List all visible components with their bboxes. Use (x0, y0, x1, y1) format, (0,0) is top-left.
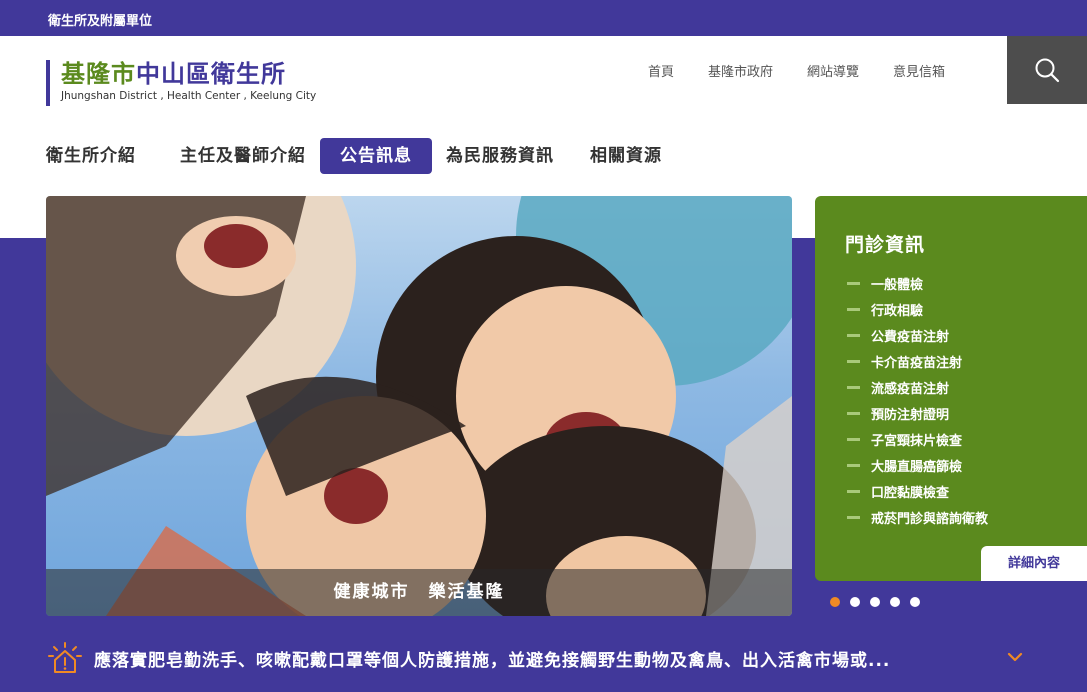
clinic-list: 一般體檢 行政相驗 公費疫苗注射 卡介苗疫苗注射 流感疫苗注射 預防注射證明 子… (847, 270, 988, 530)
clinic-item-public-vaccine[interactable]: 公費疫苗注射 (847, 322, 988, 348)
clinic-item-label: 行政相驗 (871, 303, 924, 319)
clinic-item-label: 大腸直腸癌篩檢 (871, 459, 963, 475)
clinic-item-flu-vaccine[interactable]: 流感疫苗注射 (847, 374, 988, 400)
main-nav: 衛生所介紹 主任及醫師介紹 公告訊息 為民服務資訊 相關資源 (46, 138, 672, 174)
nav-resources[interactable]: 相關資源 (580, 138, 672, 174)
clinic-item-oral-exam[interactable]: 口腔黏膜檢查 (847, 478, 988, 504)
util-nav-home[interactable]: 首頁 (648, 61, 674, 80)
clinic-item-label: 一般體檢 (871, 277, 924, 293)
clinic-item-label: 口腔黏膜檢查 (871, 485, 950, 501)
search-icon (1035, 58, 1060, 83)
logo-title-district: 中山區衛生所 (136, 60, 286, 88)
clinic-item-label: 流感疫苗注射 (871, 381, 950, 397)
hero-banner[interactable]: 健康城市 樂活基隆 (46, 196, 792, 616)
clinic-item-general-checkup[interactable]: 一般體檢 (847, 270, 988, 296)
dash-icon (847, 437, 860, 441)
site-logo[interactable]: 基隆市中山區衛生所 Jhungshan District , Health Ce… (46, 60, 316, 106)
util-nav-city-gov[interactable]: 基隆市政府 (708, 61, 773, 80)
dash-icon (847, 333, 860, 337)
dash-icon (847, 359, 860, 363)
nav-services[interactable]: 為民服務資訊 (436, 138, 564, 174)
dash-icon (847, 281, 860, 285)
chevron-down-icon[interactable] (1006, 648, 1024, 666)
carousel-dot-5[interactable] (910, 597, 920, 607)
affiliated-units-link[interactable]: 衛生所及附屬單位 (48, 10, 152, 29)
notice-text: 應落實肥皂勤洗手、咳嗽配戴口罩等個人防護措施，並避免接觸野生動物及禽鳥、出入活禽… (94, 650, 891, 671)
clinic-info-title: 門診資訊 (845, 234, 926, 256)
nav-doctors[interactable]: 主任及醫師介紹 (170, 138, 316, 174)
carousel-dot-4[interactable] (890, 597, 900, 607)
clinic-item-pap-smear[interactable]: 子宮頸抹片檢查 (847, 426, 988, 452)
clinic-info-panel: 門診資訊 一般體檢 行政相驗 公費疫苗注射 卡介苗疫苗注射 流感疫苗注射 預防注… (815, 196, 1087, 581)
carousel-dots (830, 597, 920, 607)
clinic-item-label: 子宮頸抹片檢查 (871, 433, 963, 449)
clinic-item-colorectal-screening[interactable]: 大腸直腸癌篩檢 (847, 452, 988, 478)
carousel-dot-2[interactable] (850, 597, 860, 607)
clinic-detail-button[interactable]: 詳細內容 (981, 546, 1087, 581)
hero-caption: 健康城市 樂活基隆 (46, 569, 792, 616)
top-strip: 衛生所及附屬單位 (0, 0, 1087, 36)
dash-icon (847, 463, 860, 467)
search-button[interactable] (1007, 36, 1087, 104)
hero-photo-children (46, 196, 792, 616)
dash-icon (847, 515, 860, 519)
util-nav-feedback[interactable]: 意見信箱 (893, 61, 945, 80)
clinic-item-bcg-vaccine[interactable]: 卡介苗疫苗注射 (847, 348, 988, 374)
clinic-item-label: 公費疫苗注射 (871, 329, 950, 345)
nav-announcements[interactable]: 公告訊息 (320, 138, 432, 174)
dash-icon (847, 385, 860, 389)
clinic-item-autopsy[interactable]: 行政相驗 (847, 296, 988, 322)
logo-title-city: 基隆市 (61, 60, 136, 88)
logo-subtitle: Jhungshan District , Health Center , Kee… (61, 90, 317, 102)
nav-about[interactable]: 衛生所介紹 (46, 138, 146, 174)
dash-icon (847, 307, 860, 311)
notice-marquee[interactable]: 應落實肥皂勤洗手、咳嗽配戴口罩等個人防護措施，並避免接觸野生動物及禽鳥、出入活禽… (48, 640, 1038, 676)
carousel-dot-1[interactable] (830, 597, 840, 607)
carousel-dot-3[interactable] (870, 597, 880, 607)
clinic-item-label: 卡介苗疫苗注射 (871, 355, 963, 371)
util-nav-sitemap[interactable]: 網站導覽 (807, 61, 859, 80)
clinic-item-label: 預防注射證明 (871, 407, 950, 423)
clinic-item-smoking-cessation[interactable]: 戒菸門診與諮詢衛教 (847, 504, 988, 530)
clinic-item-vaccination-certificate[interactable]: 預防注射證明 (847, 400, 988, 426)
announcement-house-icon (48, 642, 82, 673)
dash-icon (847, 411, 860, 415)
logo-title: 基隆市中山區衛生所 (61, 60, 316, 88)
clinic-item-label: 戒菸門診與諮詢衛教 (871, 511, 989, 527)
utility-nav: 首頁 基隆市政府 網站導覽 意見信箱 (648, 61, 979, 80)
dash-icon (847, 489, 860, 493)
